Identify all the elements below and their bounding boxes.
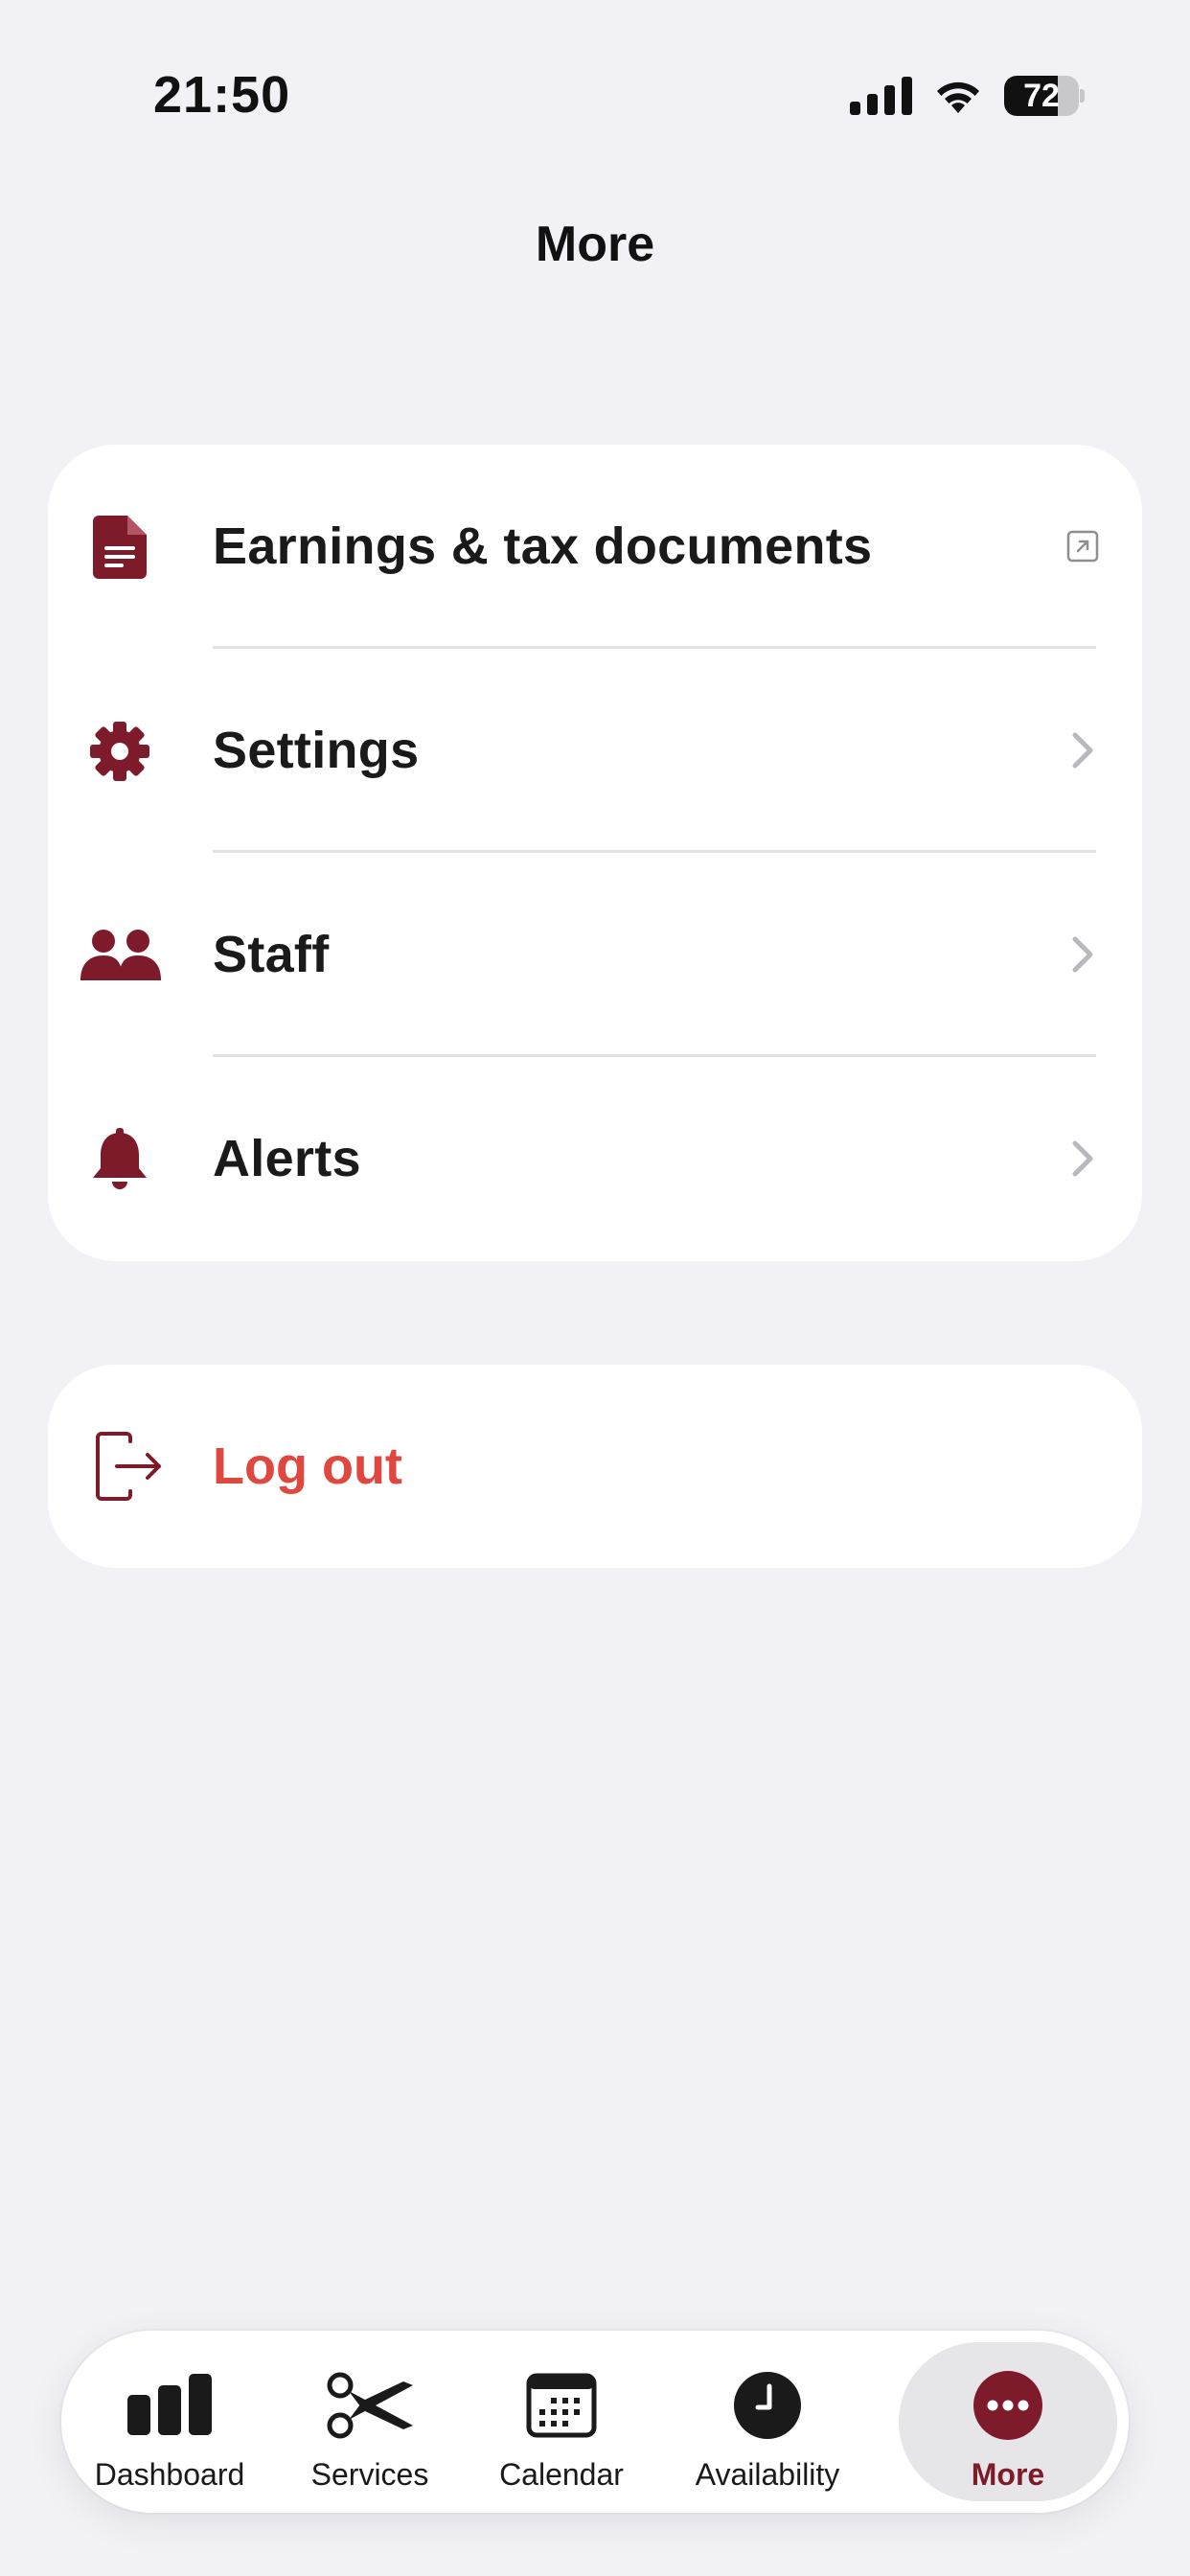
bar-chart-icon [124, 2369, 216, 2442]
chevron-right-icon [1064, 1139, 1102, 1178]
logout-label: Log out [213, 1438, 402, 1495]
gear-icon [86, 718, 153, 785]
battery-level: 72 [1023, 78, 1060, 114]
clock-icon [721, 2369, 813, 2442]
status-bar: 21:50 72 [0, 0, 1190, 192]
chevron-right-icon [1064, 731, 1102, 770]
scissors-icon [324, 2369, 416, 2442]
menu-item-label: Staff [213, 926, 330, 983]
menu-item-label: Settings [213, 722, 420, 779]
external-link-icon [1064, 527, 1102, 565]
signal-icon [850, 77, 912, 115]
tab-label: Dashboard [94, 2457, 245, 2492]
menu-item-alerts[interactable]: Alerts [48, 1057, 1142, 1261]
more-icon [962, 2369, 1054, 2442]
tab-services[interactable]: Services [274, 2331, 466, 2513]
logout-button[interactable]: Log out [48, 1365, 1142, 1568]
logout-icon [92, 1430, 165, 1503]
status-time: 21:50 [153, 66, 291, 124]
status-icons: 72 [850, 73, 1085, 119]
menu-item-settings[interactable]: Settings [48, 649, 1142, 853]
tab-more[interactable]: More [899, 2342, 1117, 2501]
bell-icon [86, 1126, 153, 1193]
wifi-icon [937, 81, 979, 113]
chevron-right-icon [1064, 935, 1102, 974]
tab-bar: Dashboard Services Calendar Availability… [61, 2331, 1129, 2513]
tab-label: Availability [695, 2457, 840, 2492]
tab-calendar[interactable]: Calendar [466, 2331, 657, 2513]
tab-label: Calendar [499, 2457, 624, 2492]
menu-item-staff[interactable]: Staff [48, 853, 1142, 1057]
calendar-icon [515, 2369, 607, 2442]
document-icon [86, 514, 153, 581]
screen: 21:50 72 More Earnings & tax documents S… [0, 0, 1190, 2576]
page-title: More [535, 217, 655, 272]
tab-label: More [971, 2457, 1045, 2492]
menu-card: Earnings & tax documents Settings Staff … [48, 445, 1142, 1261]
menu-item-label: Earnings & tax documents [213, 518, 873, 575]
battery-icon: 72 [1004, 76, 1085, 116]
tab-dashboard[interactable]: Dashboard [79, 2331, 261, 2513]
people-icon [80, 922, 161, 989]
tab-availability[interactable]: Availability [657, 2331, 878, 2513]
menu-item-label: Alerts [213, 1130, 361, 1187]
menu-item-earnings[interactable]: Earnings & tax documents [48, 445, 1142, 649]
tab-label: Services [310, 2457, 429, 2492]
